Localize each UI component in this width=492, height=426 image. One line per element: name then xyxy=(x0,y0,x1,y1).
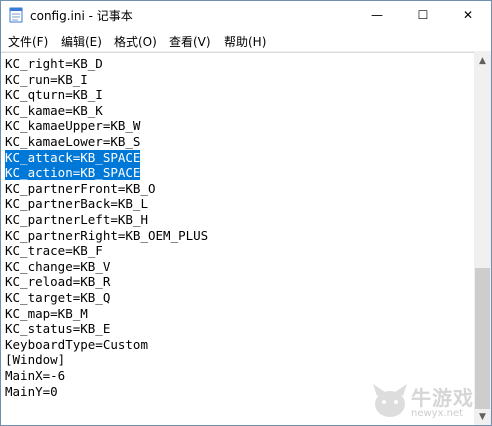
maximize-icon: ☐ xyxy=(417,8,429,22)
text-line: KeyboardType=Custom xyxy=(5,336,148,352)
text-line: KC_kamae=KB_K xyxy=(5,102,103,118)
menu-help[interactable]: 帮助(H) xyxy=(224,33,266,50)
selected-text-line: KC_action=KB_SPACE xyxy=(5,165,141,181)
text-line: KC_run=KB_I xyxy=(5,71,88,87)
text-line: KC_status=KB_E xyxy=(5,321,111,337)
text-editor[interactable]: KC_right=KB_D KC_run=KB_I KC_qturn=KB_I KC_… xyxy=(1,52,474,425)
close-button[interactable]: ✕ xyxy=(445,1,491,29)
close-icon: ✕ xyxy=(462,8,474,22)
text-line: MainY=0 xyxy=(5,383,58,399)
text-line: [Window] xyxy=(5,352,66,368)
title-bar[interactable]: config.ini - 记事本 — ☐ ✕ xyxy=(1,1,491,29)
menu-bar: 文件(F) 编辑(E) 格式(O) 查看(V) 帮助(H) xyxy=(1,29,491,52)
text-line: KC_kamaeLower=KB_S xyxy=(5,134,141,149)
notepad-window: config.ini - 记事本 — ☐ ✕ 文件(F) 编辑(E) 格式(O)… xyxy=(0,0,492,426)
text-line: KC_partnerLeft=KB_H xyxy=(5,212,148,227)
scroll-up-icon[interactable]: ▲ xyxy=(474,52,491,69)
scrollbar-thumb[interactable] xyxy=(475,268,490,409)
text-line: KC_change=KB_V xyxy=(5,258,111,274)
text-line: KC_target=KB_Q xyxy=(5,290,111,305)
text-line: KC_qturn=KB_I xyxy=(5,87,103,103)
menu-format[interactable]: 格式(O) xyxy=(114,33,157,50)
text-line: MainX=-6 xyxy=(5,368,66,383)
text-line: KC_right=KB_D xyxy=(5,56,103,71)
text-line: KC_partnerFront=KB_O xyxy=(5,180,156,196)
maximize-button[interactable]: ☐ xyxy=(400,1,446,29)
vertical-scrollbar[interactable]: ▲ ▼ xyxy=(474,52,491,425)
minimize-button[interactable]: — xyxy=(354,1,400,29)
selected-text-line: KC_attack=KB_SPACE xyxy=(5,149,141,165)
notepad-icon xyxy=(9,7,23,23)
menu-edit[interactable]: 编辑(E) xyxy=(61,33,102,50)
text-line: KC_trace=KB_F xyxy=(5,243,103,259)
text-line: KC_kamaeUpper=KB_W xyxy=(5,118,141,134)
text-line: KC_partnerRight=KB_OEM_PLUS xyxy=(5,227,209,243)
menu-file[interactable]: 文件(F) xyxy=(8,33,48,50)
text-line: KC_map=KB_M xyxy=(5,305,88,321)
minimize-icon: — xyxy=(371,8,383,22)
menu-view[interactable]: 查看(V) xyxy=(169,33,211,50)
scroll-down-icon[interactable]: ▼ xyxy=(474,408,491,425)
window-title: config.ini - 记事本 xyxy=(30,9,133,23)
text-line: KC_reload=KB_R xyxy=(5,274,111,290)
text-line: KC_partnerBack=KB_L xyxy=(5,196,148,212)
